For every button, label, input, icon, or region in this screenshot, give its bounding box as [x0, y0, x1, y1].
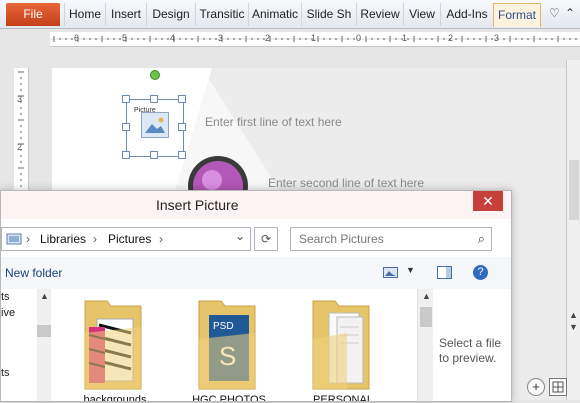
picture-icon [141, 112, 169, 138]
folder-label[interactable]: backgrounds [65, 394, 165, 401]
nav-item[interactable]: ts [1, 291, 10, 303]
dialog-title: Insert Picture [156, 197, 239, 213]
nav-item[interactable]: ive [1, 307, 15, 319]
svg-text:PSD: PSD [213, 321, 234, 332]
resize-handle-nw[interactable] [122, 95, 130, 103]
search-placeholder: Search Pictures [299, 232, 384, 246]
folder-icon[interactable]: PSD S [193, 293, 265, 393]
tab-home[interactable]: Home [64, 3, 105, 26]
scroll-up-icon[interactable]: ▲ [569, 310, 578, 320]
insert-picture-dialog: Insert Picture ✕ › Libraries › Pictures … [0, 190, 512, 402]
preview-pane: Select a file to preview. [433, 289, 511, 401]
library-icon [6, 233, 22, 245]
zoom-in-icon[interactable]: + [527, 378, 545, 396]
resize-handle-w[interactable] [122, 123, 130, 131]
view-options-icon[interactable] [383, 267, 399, 279]
tab-transitions[interactable]: Transitic [195, 3, 248, 26]
folder-icon[interactable] [307, 293, 379, 393]
resize-handle-se[interactable] [178, 151, 186, 159]
picture-glyph [145, 117, 165, 133]
tab-view[interactable]: View [403, 3, 440, 26]
horizontal-ruler: 6 5 4 3 2 1 0 1 2 3 [50, 32, 580, 47]
folder-label[interactable]: PERSONAL [293, 394, 393, 401]
resize-handle-n[interactable] [150, 95, 158, 103]
view-dropdown-icon[interactable]: ▼ [406, 265, 415, 275]
ruler-label: 0 [356, 33, 362, 43]
address-dropdown-icon[interactable]: ⌄ [235, 229, 245, 243]
address-bar[interactable]: › Libraries › Pictures › ⌄ [1, 227, 251, 251]
minimize-ribbon-icon[interactable]: ⌃ [565, 6, 575, 20]
tab-slide-show[interactable]: Slide Sh [301, 3, 356, 26]
resize-handle-sw[interactable] [122, 151, 130, 159]
dialog-titlebar[interactable]: Insert Picture ✕ [1, 191, 511, 219]
ruler-label: 4 [170, 33, 176, 43]
refresh-icon[interactable]: ⟳ [254, 227, 278, 251]
ruler-label: 1 [311, 33, 317, 43]
scroll-thumb[interactable] [569, 160, 579, 220]
ruler-label: 2 [17, 142, 23, 152]
ruler-label: 2 [265, 33, 271, 43]
slide-text-line-2[interactable]: Enter second line of text here [268, 176, 424, 190]
fit-slide-icon[interactable] [549, 378, 567, 396]
ruler-label: 5 [122, 33, 128, 43]
folder-label[interactable]: HGC PHOTOS [179, 394, 279, 401]
resize-handle-e[interactable] [178, 123, 186, 131]
file-list-scrollbar[interactable]: ▲ [417, 289, 434, 401]
breadcrumb-separator[interactable]: › [26, 232, 30, 246]
ruler-label: 2 [448, 33, 454, 43]
scroll-up-icon[interactable]: ▲ [40, 291, 49, 301]
tab-add-ins[interactable]: Add-Ins [440, 3, 493, 26]
tab-format[interactable]: Format [493, 3, 541, 27]
resize-handle-s[interactable] [150, 151, 158, 159]
tab-review[interactable]: Review [356, 3, 403, 26]
help-icon[interactable]: ? [473, 265, 488, 280]
nav-scrollbar[interactable]: ▲ [37, 289, 51, 401]
tab-animations[interactable]: Animatic [248, 3, 301, 26]
tab-design[interactable]: Design [146, 3, 195, 26]
breadcrumb-libraries[interactable]: Libraries [40, 232, 86, 246]
ruler-label: 6 [74, 33, 80, 43]
preview-pane-icon[interactable] [437, 266, 453, 280]
breadcrumb-separator[interactable]: › [93, 232, 97, 246]
ruler-label: 3 [494, 33, 500, 43]
vertical-scrollbar[interactable]: ▲ ▼ [566, 60, 580, 400]
preview-message: Select a file to preview. [439, 336, 502, 365]
breadcrumb-pictures[interactable]: Pictures [108, 232, 151, 246]
ribbon-tab-bar: File Home Insert Design Transitic Animat… [0, 0, 580, 29]
search-icon[interactable]: ⌕ [478, 231, 485, 247]
scroll-down-icon[interactable]: ▼ [569, 322, 578, 332]
file-list: PSD S backgrounds HGC PHOTOS PERSONAL [53, 289, 417, 401]
dialog-toolbar: New folder ▼ ? [1, 257, 511, 290]
rotation-handle[interactable] [150, 70, 160, 80]
ruler-label: 3 [218, 33, 224, 43]
heart-icon[interactable]: ♡ [549, 6, 560, 20]
resize-handle-ne[interactable] [178, 95, 186, 103]
ruler-label: 3 [17, 94, 23, 104]
nav-item[interactable]: ts [1, 367, 10, 379]
folder-icon[interactable] [79, 293, 151, 393]
file-tab[interactable]: File [6, 3, 60, 26]
close-button[interactable]: ✕ [473, 191, 503, 211]
scroll-thumb[interactable] [37, 325, 51, 337]
new-folder-button[interactable]: New folder [5, 266, 62, 280]
slide-text-line-1[interactable]: Enter first line of text here [205, 115, 342, 129]
ruler-label: 1 [402, 33, 408, 43]
tab-insert[interactable]: Insert [105, 3, 146, 26]
search-input[interactable]: Search Pictures ⌕ [290, 227, 492, 251]
breadcrumb-separator[interactable]: › [159, 232, 163, 246]
scroll-thumb[interactable] [420, 307, 432, 327]
fit-glyph [552, 381, 564, 393]
scroll-up-icon[interactable]: ▲ [422, 291, 431, 301]
placeholder-label: Picture [134, 107, 156, 114]
